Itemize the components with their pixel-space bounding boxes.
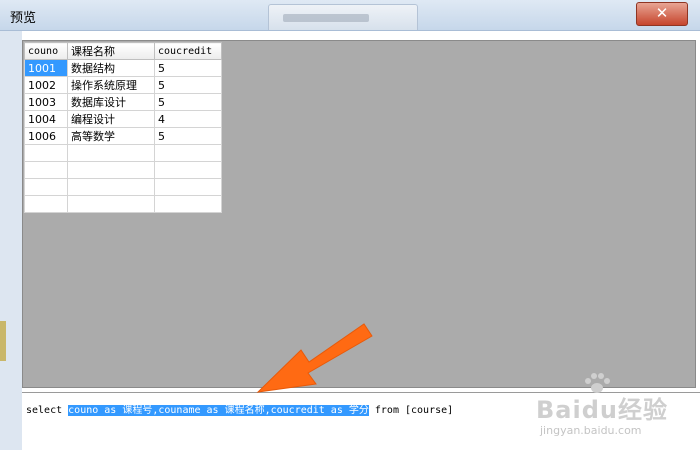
background-window-tab[interactable]	[268, 4, 418, 30]
window-title: 预览	[10, 11, 37, 26]
grid-cell[interactable]: 1001	[24, 59, 68, 77]
grid-cell[interactable]: 5	[154, 76, 222, 94]
grid-cell[interactable]: 1006	[24, 127, 68, 145]
grid-cell[interactable]: 5	[154, 127, 222, 145]
table-row[interactable]: 1001 数据结构 5	[24, 59, 222, 77]
column-header-coucredit[interactable]: coucredit	[154, 42, 222, 60]
background-window-close-button[interactable]: ✕	[636, 2, 688, 26]
watermark-brand: Baidu经验	[536, 396, 668, 424]
grid-cell[interactable]: 5	[154, 93, 222, 111]
grid-cell[interactable]: 编程设计	[67, 110, 155, 128]
empty-row[interactable]	[24, 195, 222, 213]
column-header-course-name[interactable]: 课程名称	[67, 42, 155, 60]
results-grid-panel[interactable]: couno 课程名称 coucredit 1001 数据结构 5 1002 操作…	[22, 40, 696, 388]
table-row[interactable]: 1003 数据库设计 5	[24, 93, 222, 111]
window-frame-left	[0, 31, 22, 450]
grid-cell[interactable]: 数据结构	[67, 59, 155, 77]
grid-cell[interactable]: 5	[154, 59, 222, 77]
watermark: Baidu经验 jingyan.baidu.com	[536, 372, 676, 442]
grid-cell[interactable]: 高等数学	[67, 127, 155, 145]
grid-cell[interactable]: 1002	[24, 76, 68, 94]
grid-cell[interactable]: 操作系统原理	[67, 76, 155, 94]
empty-row[interactable]	[24, 161, 222, 179]
watermark-url: jingyan.baidu.com	[540, 424, 642, 437]
close-icon: ✕	[655, 4, 669, 22]
grid-cell[interactable]: 4	[154, 110, 222, 128]
title-bar: 预览 ✕	[0, 0, 700, 31]
sql-prefix: select	[26, 405, 69, 416]
grid-cell[interactable]: 数据库设计	[67, 93, 155, 111]
table-row[interactable]: 1004 编程设计 4	[24, 110, 222, 128]
sql-suffix: from [course]	[368, 405, 454, 416]
grid-cell[interactable]: 1003	[24, 93, 68, 111]
results-grid[interactable]: couno 课程名称 coucredit 1001 数据结构 5 1002 操作…	[24, 42, 222, 213]
sql-text[interactable]: select couno as 课程号,couname as 课程名称,couc…	[26, 401, 453, 416]
table-row[interactable]: 1002 操作系统原理 5	[24, 76, 222, 94]
grid-header-row: couno 课程名称 coucredit	[24, 42, 222, 60]
sql-selection[interactable]: couno as 课程号,couname as 课程名称,coucredit a…	[68, 405, 369, 416]
table-row[interactable]: 1006 高等数学 5	[24, 127, 222, 145]
grid-cell[interactable]: 1004	[24, 110, 68, 128]
column-header-couno[interactable]: couno	[24, 42, 68, 60]
empty-row[interactable]	[24, 144, 222, 162]
empty-row[interactable]	[24, 178, 222, 196]
